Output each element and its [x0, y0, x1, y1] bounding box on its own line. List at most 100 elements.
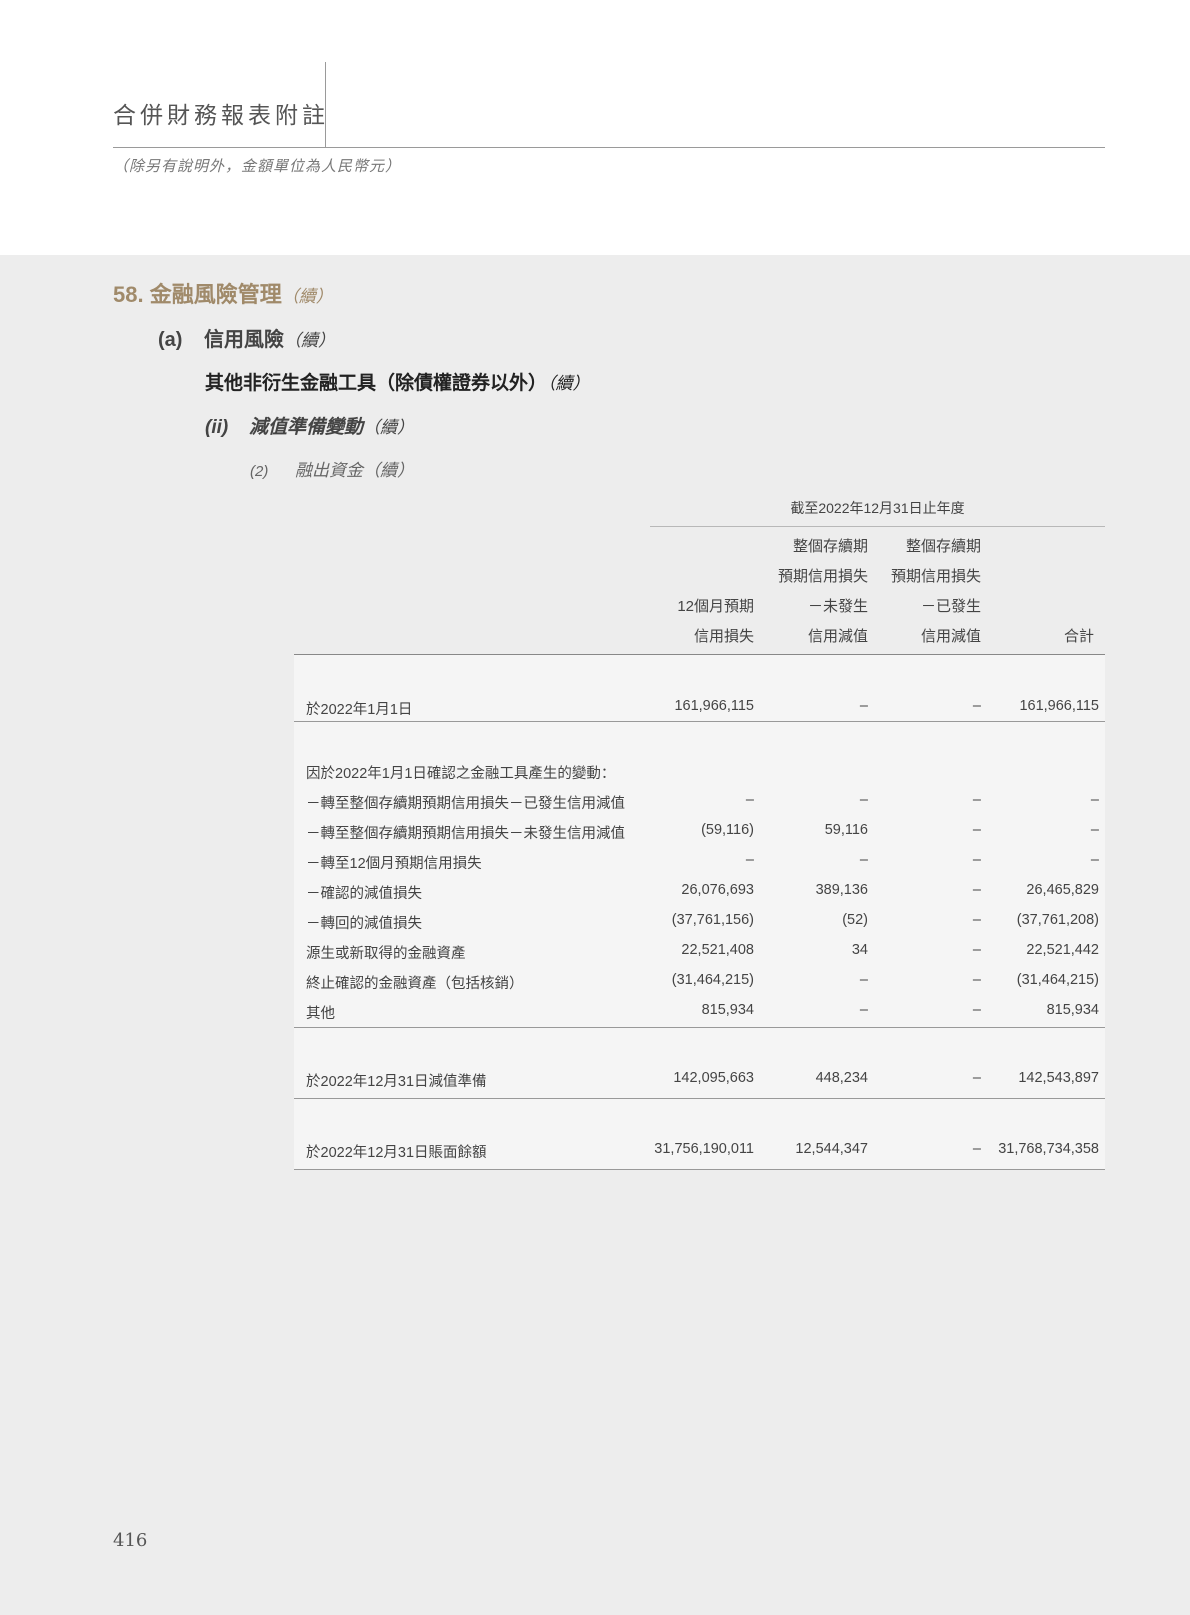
cell-total: –	[1090, 792, 1099, 808]
cell-lifetime-impaired: –	[972, 792, 981, 808]
column-header-line: 預期信用損失	[890, 568, 981, 585]
table-rule	[294, 1027, 1105, 1028]
cell-total: 26,465,829	[1026, 882, 1099, 898]
row-label: 因於2022年1月1日確認之金融工具產生的變動：	[306, 766, 616, 782]
column-header-line: 信用損失	[693, 628, 754, 645]
cell-total: 22,521,442	[1026, 942, 1099, 958]
column-header-line	[650, 532, 754, 562]
section-heading: 58. 金融風險管理（續）	[113, 277, 333, 309]
column-header-line: －已發生	[920, 598, 981, 615]
header-horizontal-rule	[113, 147, 1105, 148]
section-number: 58.	[113, 282, 144, 307]
item-heading: (ii) 減值準備變動（續）	[205, 412, 414, 439]
cell-lifetime-not-impaired: 12,544,347	[795, 1141, 868, 1157]
page-title: 合併財務報表附註	[113, 103, 329, 129]
column-header-line	[989, 562, 1094, 592]
table-row-carrying-amount: 於2022年12月31日賬面餘額 31,756,190,011 12,544,3…	[306, 1141, 1105, 1171]
subheading-continued: （續）	[547, 374, 590, 393]
column-header-line	[989, 592, 1094, 622]
cell-total: (31,464,215)	[1016, 972, 1099, 988]
subheading: 其他非衍生金融工具（除債權證券以外）（續）	[205, 368, 590, 395]
section-title: 金融風險管理	[149, 282, 282, 307]
cell-12m: (31,464,215)	[671, 972, 754, 988]
cell-12m: 22,521,408	[681, 942, 754, 958]
cell-lifetime-not-impaired: –	[859, 852, 868, 868]
item-label: (ii)	[205, 417, 229, 438]
cell-lifetime-not-impaired: –	[859, 972, 868, 988]
column-header-line: －未發生	[807, 598, 868, 615]
column-header-line: 整個存續期	[792, 538, 868, 555]
table-changes-heading: 因於2022年1月1日確認之金融工具產生的變動：	[306, 762, 1105, 792]
subitem-label: (2)	[250, 463, 269, 480]
table-row: －轉至整個存續期預期信用損失－未發生信用減值 (59,116) 59,116 –…	[306, 822, 1105, 852]
row-label: －轉至12個月預期信用損失	[306, 856, 482, 872]
column-header-line	[989, 532, 1094, 562]
subitem-heading: (2) 融出資金（續）	[250, 456, 414, 481]
item-continued: （續）	[363, 418, 415, 437]
subsection-title: 信用風險	[204, 329, 284, 351]
cell-total: 815,934	[1046, 1002, 1099, 1018]
table-row: －確認的減值損失 26,076,693 389,136 – 26,465,829	[306, 882, 1105, 912]
subsection-continued: （續）	[284, 331, 335, 350]
table-rule	[294, 721, 1105, 722]
cell-total: 142,543,897	[1018, 1070, 1099, 1086]
column-header-line: 預期信用損失	[777, 568, 868, 585]
cell-lifetime-not-impaired: –	[859, 698, 868, 714]
subsection-heading: (a) 信用風險（續）	[158, 323, 335, 352]
cell-lifetime-not-impaired: 448,234	[815, 1070, 868, 1086]
cell-12m: –	[745, 792, 754, 808]
cell-lifetime-impaired: –	[972, 852, 981, 868]
table-rule	[294, 1098, 1105, 1099]
table-period-header: 截至2022年12月31日止年度	[650, 498, 1105, 527]
subsection-label: (a)	[158, 329, 183, 351]
column-header-line: 12個月預期	[677, 598, 754, 615]
cell-lifetime-not-impaired: –	[859, 792, 868, 808]
table-bottom-rule	[294, 1169, 1105, 1170]
cell-lifetime-impaired: –	[972, 1002, 981, 1018]
cell-12m: 31,756,190,011	[654, 1141, 754, 1157]
column-header-line: 合計	[1063, 628, 1094, 645]
row-label: －轉至整個存續期預期信用損失－已發生信用減值	[306, 796, 625, 812]
row-label: －轉回的減值損失	[306, 916, 422, 932]
page-number: 416	[113, 1530, 148, 1551]
table-row-opening: 於2022年1月1日 161,966,115 – – 161,966,115	[306, 698, 1105, 728]
row-label: 終止確認的金融資產（包括核銷）	[306, 976, 524, 992]
column-header-line: 信用減值	[920, 628, 981, 645]
row-label: 於2022年1月1日	[306, 702, 413, 718]
subitem-title: 融出資金（續）	[295, 461, 414, 480]
cell-12m: (59,116)	[701, 822, 754, 838]
column-header-line: 整個存續期	[905, 538, 981, 555]
row-label: 於2022年12月31日賬面餘額	[306, 1145, 487, 1161]
cell-12m: 26,076,693	[681, 882, 754, 898]
cell-12m: 815,934	[701, 1002, 754, 1018]
cell-lifetime-impaired: –	[972, 1141, 981, 1157]
column-header-line: 信用減值	[807, 628, 868, 645]
row-label: －確認的減值損失	[306, 886, 422, 902]
column-header-total: 合計	[989, 532, 1094, 652]
cell-lifetime-impaired: –	[972, 1070, 981, 1086]
cell-lifetime-impaired: –	[972, 972, 981, 988]
cell-lifetime-impaired: –	[972, 698, 981, 714]
cell-12m: 161,966,115	[674, 698, 754, 714]
cell-lifetime-not-impaired: –	[859, 1002, 868, 1018]
cell-lifetime-not-impaired: (52)	[842, 912, 868, 928]
table-row: 源生或新取得的金融資產 22,521,408 34 – 22,521,442	[306, 942, 1105, 972]
cell-total: –	[1090, 852, 1099, 868]
cell-lifetime-impaired: –	[972, 882, 981, 898]
subheading-title: 其他非衍生金融工具（除債權證券以外）	[205, 373, 548, 394]
cell-12m: –	[745, 852, 754, 868]
row-label: 其他	[306, 1006, 335, 1022]
column-header-lifetime-impaired: 整個存續期 預期信用損失 －已發生 信用減值	[871, 532, 981, 652]
column-header-12m: 12個月預期 信用損失	[650, 532, 754, 652]
section-continued: （續）	[281, 287, 333, 306]
table-row-closing-allowance: 於2022年12月31日減值準備 142,095,663 448,234 – 1…	[306, 1070, 1105, 1100]
cell-total: 161,966,115	[1019, 698, 1099, 714]
column-header-line	[650, 562, 754, 592]
cell-total: 31,768,734,358	[998, 1141, 1099, 1157]
column-header-lifetime-not-impaired: 整個存續期 預期信用損失 －未發生 信用減值	[758, 532, 868, 652]
row-label: －轉至整個存續期預期信用損失－未發生信用減值	[306, 826, 625, 842]
table-row: －轉回的減值損失 (37,761,156) (52) – (37,761,208…	[306, 912, 1105, 942]
cell-lifetime-not-impaired: 34	[851, 942, 868, 958]
cell-12m: 142,095,663	[673, 1070, 754, 1086]
table-row: 終止確認的金融資產（包括核銷） (31,464,215) – – (31,464…	[306, 972, 1105, 1002]
